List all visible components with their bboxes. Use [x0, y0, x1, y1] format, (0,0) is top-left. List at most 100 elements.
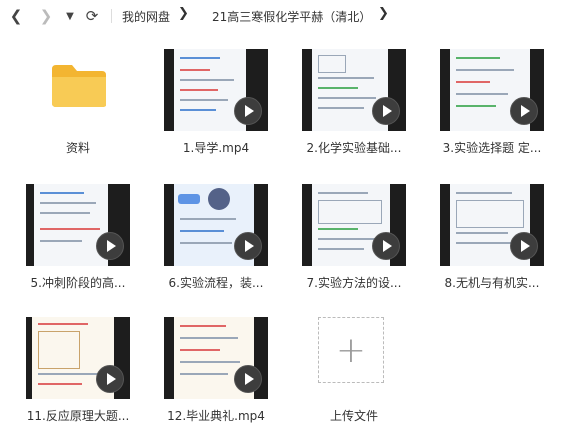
folder-icon: [52, 65, 106, 107]
thumbnail-text-line: [38, 383, 82, 385]
video-thumbnail[interactable]: [440, 49, 544, 131]
thumbnail-text-line: [456, 93, 508, 95]
thumbnail-text-line: [456, 192, 512, 194]
refresh-button[interactable]: ⟳: [82, 6, 102, 26]
thumbnail-text-line: [318, 77, 374, 79]
video-label: 8.无机与有机实...: [444, 276, 540, 290]
refresh-icon: ⟳: [85, 7, 99, 25]
thumbnail-banner: [178, 194, 200, 204]
thumbnail-text-line: [318, 87, 358, 89]
thumbnail-graph: [38, 331, 80, 369]
play-icon[interactable]: [510, 97, 538, 125]
play-icon[interactable]: [96, 232, 124, 260]
video-thumbnail[interactable]: [164, 49, 268, 131]
thumbnail-text-line: [40, 212, 90, 214]
thumbnail-text-line: [180, 69, 210, 71]
play-icon[interactable]: [510, 232, 538, 260]
folder-tile[interactable]: 资料: [14, 35, 134, 155]
video-tile[interactable]: 5.冲刺阶段的高...: [14, 170, 134, 290]
video-label: 11.反应原理大题...: [26, 409, 130, 423]
play-icon[interactable]: [372, 232, 400, 260]
video-label: 6.实验流程，装...: [168, 276, 264, 290]
video-label: 2.化学实验基础...: [306, 141, 402, 155]
video-thumbnail[interactable]: [164, 184, 268, 266]
thumbnail-text-line: [180, 373, 228, 375]
video-tile[interactable]: 2.化学实验基础...: [290, 35, 410, 155]
video-thumbnail[interactable]: [440, 184, 544, 266]
video-thumbnail[interactable]: [164, 317, 268, 399]
breadcrumb-current[interactable]: 21高三寒假化学平赫（清北）: [212, 8, 371, 25]
thumbnail-text-line: [38, 323, 88, 325]
play-icon[interactable]: [234, 365, 262, 393]
thumbnail-text-line: [180, 325, 226, 327]
thumbnail-text-line: [318, 97, 376, 99]
breadcrumb-root[interactable]: 我的网盘: [122, 8, 170, 25]
thumbnail-text-line: [456, 105, 496, 107]
thumbnail-text-line: [40, 202, 96, 204]
plus-icon: +: [335, 329, 367, 371]
thumbnail-screen: [34, 184, 108, 266]
thumbnail-text-line: [180, 349, 220, 351]
video-tile[interactable]: 8.无机与有机实...: [428, 170, 548, 290]
thumbnail-text-line: [456, 57, 500, 59]
breadcrumb-chevron-icon: ❯: [378, 6, 389, 21]
video-thumbnail[interactable]: [302, 184, 406, 266]
thumbnail-text-line: [180, 361, 240, 363]
thumbnail-text-line: [456, 242, 516, 244]
video-tile[interactable]: 7.实验方法的设...: [290, 170, 410, 290]
thumbnail-text-line: [40, 192, 84, 194]
thumbnail-text-line: [180, 109, 216, 111]
video-tile[interactable]: 12.毕业典礼.mp4: [152, 303, 272, 423]
thumbnail-text-line: [180, 218, 236, 220]
video-tile[interactable]: 6.实验流程，装...: [152, 170, 272, 290]
thumbnail-text-line: [40, 228, 100, 230]
breadcrumb-chevron-icon: ❯: [178, 6, 189, 21]
toolbar: ❮ ❯ ▼ ⟳ 我的网盘 ❯ 21高三寒假化学平赫（清北） ❯: [0, 0, 564, 32]
play-icon[interactable]: [234, 97, 262, 125]
thumbnail-text-line: [180, 230, 224, 232]
folder-label: 资料: [65, 141, 90, 155]
upload-button[interactable]: +: [318, 317, 384, 383]
thumbnail-text-line: [318, 238, 376, 240]
thumbnail-text-line: [456, 69, 514, 71]
thumbnail-text-line: [180, 337, 238, 339]
video-tile[interactable]: 3.实验选择题 定...: [428, 35, 548, 155]
thumbnail-text-line: [456, 232, 508, 234]
thumbnail-mascot: [208, 188, 230, 210]
thumbnail-text-line: [318, 107, 364, 109]
video-thumbnail[interactable]: [26, 317, 130, 399]
thumbnail-text-line: [40, 240, 82, 242]
thumbnail-text-line: [180, 57, 220, 59]
chevron-right-icon: ❯: [39, 7, 53, 25]
toolbar-divider: [111, 9, 112, 23]
thumbnail-screen: [174, 49, 246, 131]
video-tile[interactable]: 1.导学.mp4: [152, 35, 272, 155]
play-icon[interactable]: [234, 232, 262, 260]
thumbnail-text-line: [318, 248, 364, 250]
thumbnail-text-line: [180, 89, 218, 91]
thumbnail-text-line: [180, 79, 234, 81]
history-dropdown-button[interactable]: ▼: [60, 6, 80, 26]
video-label: 7.实验方法的设...: [306, 276, 402, 290]
play-icon[interactable]: [96, 365, 124, 393]
video-label: 3.实验选择题 定...: [442, 141, 542, 155]
thumbnail-text-line: [318, 228, 358, 230]
video-label: 12.毕业典礼.mp4: [167, 409, 265, 423]
thumbnail-text-line: [456, 81, 490, 83]
video-thumbnail[interactable]: [302, 49, 406, 131]
thumbnail-text-line: [38, 373, 98, 375]
thumbnail-text-line: [180, 242, 232, 244]
play-icon[interactable]: [372, 97, 400, 125]
thumbnail-text-line: [180, 99, 228, 101]
upload-tile[interactable]: + 上传文件: [290, 303, 410, 423]
forward-button[interactable]: ❯: [36, 6, 56, 26]
video-label: 1.导学.mp4: [182, 141, 250, 155]
thumbnail-text-line: [318, 192, 368, 194]
video-thumbnail[interactable]: [26, 184, 130, 266]
video-tile[interactable]: 11.反应原理大题...: [14, 303, 134, 423]
back-button[interactable]: ❮: [6, 6, 26, 26]
thumbnail-table: [318, 200, 382, 224]
thumbnail-table: [456, 200, 524, 228]
upload-label: 上传文件: [329, 409, 378, 423]
thumbnail-figure: [318, 55, 346, 73]
